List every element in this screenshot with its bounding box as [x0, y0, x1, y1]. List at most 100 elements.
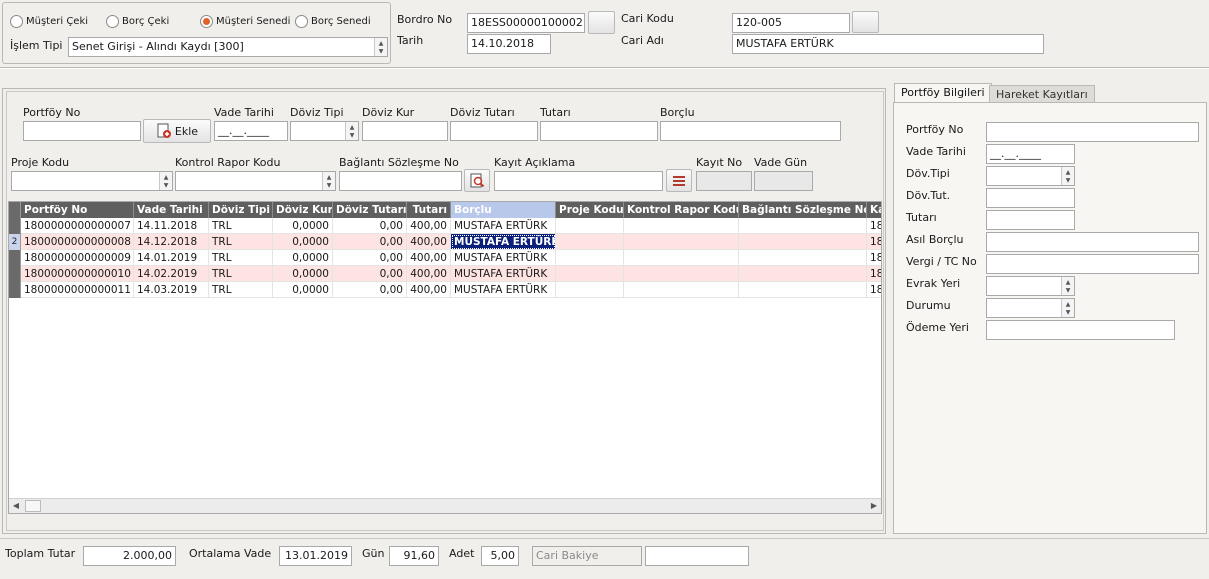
scrollbar-thumb[interactable] [25, 500, 41, 512]
table-cell[interactable] [624, 282, 739, 298]
portfoy-no-field[interactable] [986, 122, 1199, 142]
column-header[interactable]: Borçlu [451, 202, 556, 218]
table-cell[interactable]: TRL [209, 266, 273, 282]
column-header[interactable]: Kay [867, 202, 881, 218]
table-cell[interactable]: MUSTAFA ERTÜRK [451, 282, 556, 298]
table-cell[interactable]: 14.12.2018 [134, 234, 209, 250]
doviz-kur-input[interactable] [362, 121, 448, 141]
table-cell[interactable]: 14.01.2019 [134, 250, 209, 266]
table-row[interactable]: 2 1800000000000008 14.12.2018 TRL 0,0000 0,00… [9, 234, 881, 250]
cari-adi-field[interactable]: MUSTAFA ERTÜRK [732, 34, 1044, 54]
table-cell[interactable]: MUSTAFA ERTÜRK [451, 266, 556, 282]
asil-borclu-field[interactable] [986, 232, 1199, 252]
table-cell[interactable]: 0,00 [333, 266, 407, 282]
borclu-input[interactable] [660, 121, 841, 141]
table-cell[interactable] [556, 266, 624, 282]
column-header[interactable]: Döviz Kur [273, 202, 333, 218]
table-cell[interactable]: 1800000000000009 [21, 250, 134, 266]
table-cell[interactable] [556, 218, 624, 234]
table-cell[interactable]: 400,00 [407, 266, 451, 282]
column-header[interactable]: Döviz Tipi [209, 202, 273, 218]
column-header[interactable]: Vade Tarihi [134, 202, 209, 218]
doviz-tutari-input[interactable] [450, 121, 538, 141]
radio-circle-icon[interactable] [10, 15, 23, 28]
radio-musteri-ceki[interactable]: Müşteri Çeki [10, 15, 88, 28]
proje-kodu-select[interactable]: ▲ ▼ [11, 171, 173, 191]
table-cell[interactable]: 14.03.2019 [134, 282, 209, 298]
table-cell[interactable] [739, 266, 867, 282]
column-header[interactable]: Kontrol Rapor Kodu [624, 202, 739, 218]
radio-borc-ceki[interactable]: Borç Çeki [106, 15, 169, 28]
table-cell[interactable] [624, 250, 739, 266]
row-indicator[interactable] [9, 266, 21, 282]
table-cell[interactable]: 0,0000 [273, 266, 333, 282]
table-cell[interactable]: 0,00 [333, 218, 407, 234]
column-header[interactable]: Tutarı [407, 202, 451, 218]
tarih-field[interactable]: 14.10.2018 [467, 34, 551, 54]
table-cell[interactable]: 0,00 [333, 234, 407, 250]
row-indicator[interactable]: 2 [9, 234, 21, 250]
cari-kodu-field[interactable]: 120-005 [732, 13, 850, 33]
portfolio-grid[interactable]: Portföy No Vade Tarihi Döviz Tipi Döviz Kur… [8, 201, 882, 514]
table-cell[interactable] [624, 218, 739, 234]
spin-icon[interactable]: ▲ ▼ [1061, 167, 1074, 185]
table-row[interactable]: 1800000000000007 14.11.2018 TRL 0,0000 0,00 4… [9, 218, 881, 234]
table-cell[interactable]: 400,00 [407, 282, 451, 298]
table-cell[interactable]: TRL [209, 282, 273, 298]
table-cell[interactable]: 400,00 [407, 234, 451, 250]
proje-spin-icon[interactable]: ▲ ▼ [159, 172, 172, 190]
table-cell[interactable]: 18E [867, 266, 881, 282]
kayit-aciklama-input[interactable] [494, 171, 663, 191]
table-cell[interactable]: 0,00 [333, 282, 407, 298]
scroll-right-icon[interactable]: ▶ [867, 499, 881, 513]
doviz-tipi-select[interactable]: ▲ ▼ [290, 121, 359, 141]
table-cell[interactable]: 14.11.2018 [134, 218, 209, 234]
table-cell[interactable] [739, 218, 867, 234]
doviz-tipi-spin-icon[interactable]: ▲ ▼ [345, 122, 358, 140]
vade-tarihi-input[interactable]: __.__.____ [214, 121, 288, 141]
table-cell[interactable]: 1800000000000011 [21, 282, 134, 298]
table-cell[interactable]: 14.02.2019 [134, 266, 209, 282]
radio-circle-icon[interactable] [106, 15, 119, 28]
ekle-button[interactable]: Ekle [143, 119, 211, 143]
tab-portfoy-bilgileri[interactable]: Portföy Bilgileri [894, 83, 992, 103]
baglanti-search-button[interactable] [464, 169, 490, 192]
durumu-field[interactable]: ▲ ▼ [986, 298, 1075, 318]
table-cell[interactable] [624, 234, 739, 250]
radio-circle-icon[interactable] [200, 15, 213, 28]
tab-hareket-kayitlari[interactable]: Hareket Kayıtları [989, 85, 1095, 103]
radio-borc-senedi[interactable]: Borç Senedi [295, 15, 371, 28]
row-indicator[interactable] [9, 250, 21, 266]
table-cell[interactable]: 0,0000 [273, 218, 333, 234]
table-row[interactable]: 1800000000000011 14.03.2019 TRL 0,0000 0,00 4… [9, 282, 881, 298]
table-cell[interactable]: 1800000000000010 [21, 266, 134, 282]
vergi-tc-no-field[interactable] [986, 254, 1199, 274]
table-cell[interactable] [739, 282, 867, 298]
vade-tarihi-field[interactable]: __.__.____ [986, 144, 1075, 164]
table-cell[interactable]: 0,00 [333, 250, 407, 266]
table-cell[interactable]: MUSTAFA ERTÜRK [451, 250, 556, 266]
table-cell[interactable]: 0,0000 [273, 234, 333, 250]
bordro-no-field[interactable]: 18ESS00000100002 [467, 13, 585, 33]
table-row[interactable]: 1800000000000009 14.01.2019 TRL 0,0000 0,00 4… [9, 250, 881, 266]
kontrol-spin-icon[interactable]: ▲ ▼ [322, 172, 335, 190]
portfoy-no-input[interactable] [23, 121, 141, 141]
table-cell[interactable]: TRL [209, 234, 273, 250]
odeme-yeri-field[interactable] [986, 320, 1175, 340]
column-header[interactable]: Döviz Tutarı [333, 202, 407, 218]
table-cell[interactable]: 0,0000 [273, 282, 333, 298]
baglanti-input[interactable] [339, 171, 462, 191]
table-cell[interactable]: 18E [867, 234, 881, 250]
kontrol-rapor-select[interactable]: ▲ ▼ [175, 171, 336, 191]
table-cell[interactable]: MUSTAFA ERTÜRK [451, 218, 556, 234]
table-cell[interactable]: MUSTAFA ERTÜRK [451, 234, 556, 250]
cari-lookup-button[interactable] [852, 11, 879, 33]
table-cell[interactable] [624, 266, 739, 282]
row-indicator[interactable] [9, 218, 21, 234]
table-cell[interactable]: 1800000000000008 [21, 234, 134, 250]
table-cell[interactable]: 0,0000 [273, 250, 333, 266]
bordro-lookup-button[interactable] [588, 11, 615, 34]
aciklama-menu-button[interactable] [666, 169, 692, 192]
dov-tut-field[interactable] [986, 188, 1075, 208]
column-header[interactable]: Proje Kodu [556, 202, 624, 218]
